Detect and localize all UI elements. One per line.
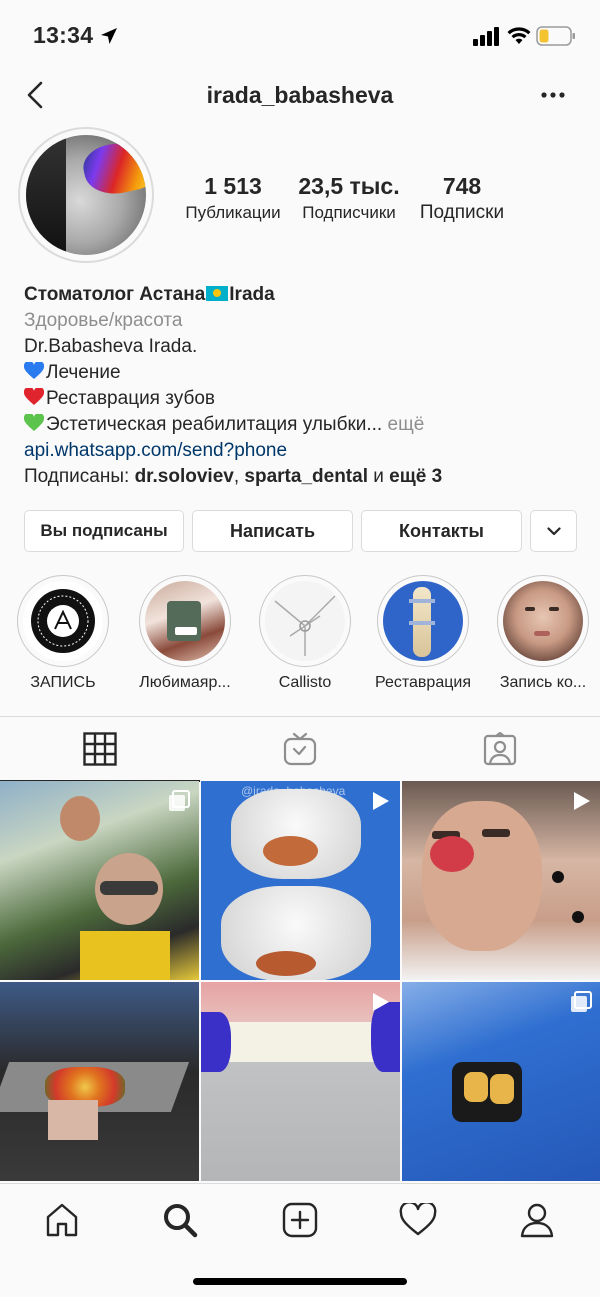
- posts-count: 1 513: [204, 173, 262, 199]
- bio-website-link[interactable]: api.whatsapp.com/send?phone: [24, 438, 584, 464]
- highlight-ring: [377, 575, 469, 667]
- highlight-ring: [17, 575, 109, 667]
- story-highlights: ЗАПИСЬ Любимаяр... Callisto Реставрация …: [0, 575, 600, 700]
- highlight-cover: [23, 581, 103, 661]
- home-tab[interactable]: [40, 1198, 84, 1242]
- add-post-icon: [282, 1202, 318, 1238]
- kazakhstan-flag-icon: [206, 286, 229, 301]
- home-indicator[interactable]: [193, 1278, 407, 1285]
- tagged-user-icon: [483, 732, 517, 766]
- following-label: Подписки: [419, 202, 505, 223]
- red-heart-icon: [24, 388, 44, 405]
- new-post-tab[interactable]: [278, 1198, 322, 1242]
- post-tile[interactable]: @irada_babasheva: [201, 781, 400, 980]
- profile-username-title: irada_babasheva: [206, 82, 394, 108]
- posts-grid: @irada_babasheva: [0, 781, 600, 1181]
- profile-icon: [520, 1203, 554, 1238]
- avatar-image: [26, 135, 146, 255]
- bio-line-1: Dr.Babasheva Irada.: [24, 336, 198, 357]
- home-icon: [46, 1203, 78, 1237]
- highlight-restavratsiya[interactable]: Реставрация: [365, 575, 481, 693]
- video-play-icon: [574, 792, 590, 810]
- followers-count: 23,5 тыс.: [298, 173, 400, 199]
- bio-line-4: Эстетическая реабилитация улыбки... ещё: [24, 412, 584, 438]
- highlight-cover: [145, 581, 225, 661]
- post-tile[interactable]: [0, 781, 199, 980]
- bottom-tab-bar: [0, 1183, 600, 1297]
- bio-more-link[interactable]: ещё: [388, 414, 425, 435]
- post-tile[interactable]: [201, 982, 400, 1181]
- location-arrow-icon: [101, 28, 117, 44]
- green-heart-icon: [24, 414, 44, 431]
- video-play-icon: [373, 993, 389, 1011]
- status-time: 13:34: [33, 22, 94, 48]
- highlight-ring: [139, 575, 231, 667]
- heart-icon: [399, 1203, 437, 1236]
- cellular-signal-icon: [473, 27, 499, 46]
- highlight-ring: [497, 575, 589, 667]
- search-icon: [164, 1204, 198, 1238]
- bio-display-name: Стоматолог Астана Irada: [24, 284, 275, 305]
- following-button[interactable]: Вы подписаны: [24, 510, 184, 552]
- blue-heart-icon: [24, 362, 44, 379]
- contacts-button[interactable]: Контакты: [361, 510, 522, 552]
- highlight-lyubimaya[interactable]: Любимаяр...: [127, 575, 243, 693]
- chevron-down-icon: [546, 526, 561, 535]
- profile-header: irada_babasheva: [0, 70, 600, 122]
- post-tile[interactable]: [402, 982, 600, 1181]
- battery-icon: [536, 26, 575, 46]
- carousel-icon: [169, 790, 190, 811]
- post-tile[interactable]: [0, 982, 199, 1181]
- tab-tagged[interactable]: [400, 717, 600, 781]
- followed-by-line[interactable]: Подписаны: dr.soloviev, sparta_dental и …: [24, 464, 584, 490]
- more-dots-icon: [541, 92, 565, 98]
- highlight-cover: [265, 581, 345, 661]
- suggested-accounts-button[interactable]: [530, 510, 577, 552]
- profile-bio: Стоматолог Астана Irada Здоровье/красота …: [24, 282, 584, 490]
- highlight-label: ЗАПИСЬ: [30, 674, 96, 691]
- tab-igtv[interactable]: [200, 717, 400, 781]
- logo-seal-icon: [31, 589, 95, 653]
- highlight-cover: [383, 581, 463, 661]
- profile-avatar[interactable]: [18, 127, 154, 263]
- following-stat[interactable]: 748 Подписки: [410, 172, 514, 226]
- posts-stat[interactable]: 1 513 Публикации: [176, 172, 290, 226]
- highlight-label: Любимаяр...: [139, 674, 231, 691]
- status-bar: 13:34: [0, 0, 600, 70]
- highlight-label: Callisto: [278, 674, 332, 691]
- profile-actions: Вы подписаны Написать Контакты: [24, 510, 580, 552]
- highlight-cover: [503, 581, 583, 661]
- message-button[interactable]: Написать: [192, 510, 353, 552]
- search-tab[interactable]: [158, 1198, 202, 1242]
- more-options-button[interactable]: [538, 82, 568, 108]
- highlight-callisto[interactable]: Callisto: [247, 575, 363, 693]
- activity-tab[interactable]: [396, 1198, 440, 1242]
- highlight-zapis[interactable]: ЗАПИСЬ: [5, 575, 121, 693]
- following-count: 748: [442, 173, 482, 199]
- wifi-icon: [507, 27, 531, 44]
- video-play-icon: [373, 792, 389, 810]
- bio-line-3: Реставрация зубов: [24, 386, 584, 412]
- bio-category: Здоровье/красота: [24, 310, 183, 331]
- profile-tab[interactable]: [515, 1198, 559, 1242]
- bio-line-2: Лечение: [24, 360, 584, 386]
- followers-stat[interactable]: 23,5 тыс. Подписчики: [290, 172, 408, 226]
- carousel-icon: [571, 991, 592, 1012]
- highlight-zapis-ko[interactable]: Запись ко...: [485, 575, 600, 693]
- highlight-label: Реставрация: [375, 674, 471, 691]
- highlight-label: Запись ко...: [499, 674, 587, 691]
- igtv-icon: [283, 732, 317, 766]
- highlight-ring: [259, 575, 351, 667]
- profile-tabs: [0, 716, 600, 782]
- post-tile[interactable]: [402, 781, 600, 980]
- grid-icon: [83, 732, 117, 766]
- profile-stats: 1 513 Публикации 23,5 тыс. Подписчики 74…: [170, 172, 600, 232]
- tab-grid[interactable]: [0, 717, 200, 782]
- posts-label: Публикации: [185, 203, 281, 222]
- followers-label: Подписчики: [302, 203, 396, 222]
